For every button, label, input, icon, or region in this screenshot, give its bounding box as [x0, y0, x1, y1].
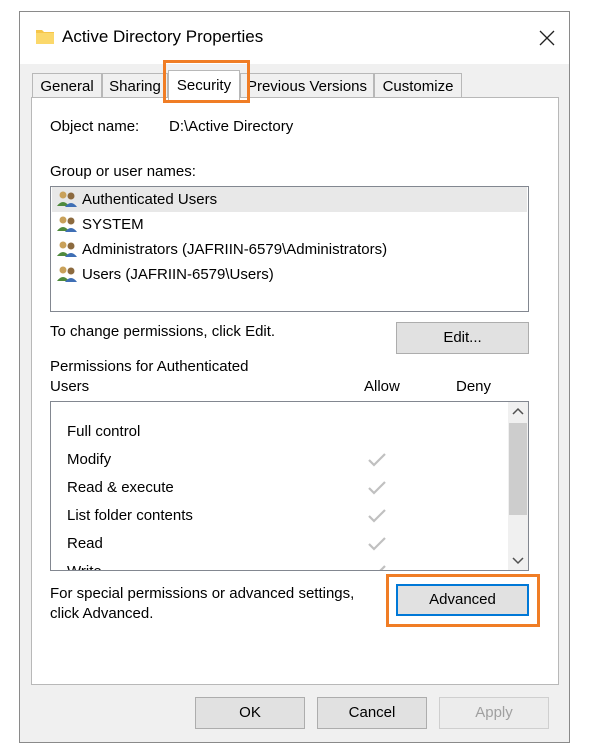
- permission-name: Read & execute: [67, 479, 174, 496]
- permission-row: Full control: [51, 418, 501, 446]
- users-icon: [57, 191, 77, 207]
- tab-general[interactable]: General: [32, 73, 102, 99]
- permission-name: Modify: [67, 451, 112, 468]
- permission-row: Read & execute: [51, 474, 501, 502]
- advanced-hint-line2: click Advanced.: [50, 605, 154, 622]
- deny-header: Deny: [456, 378, 492, 395]
- list-item-label: Administrators (JAFRIIN-6579\Administrat…: [82, 241, 388, 258]
- chevron-down-icon: [512, 557, 524, 565]
- ok-button[interactable]: OK: [195, 697, 305, 729]
- scroll-up-button[interactable]: [508, 402, 528, 422]
- allow-check-icon: [368, 537, 386, 551]
- edit-button[interactable]: Edit...: [396, 322, 529, 354]
- title-bar: Active Directory Properties: [20, 12, 569, 64]
- allow-header: Allow: [364, 378, 400, 395]
- list-item-label: Users (JAFRIIN-6579\Users): [82, 266, 274, 283]
- close-icon: [539, 30, 555, 46]
- allow-check-icon: [368, 509, 386, 523]
- permission-name: List folder contents: [67, 507, 193, 524]
- permission-name: Full control: [67, 423, 141, 440]
- group-user-list[interactable]: Authenticated Users SYSTEM Administrator…: [50, 186, 529, 312]
- cancel-button[interactable]: Cancel: [317, 697, 427, 729]
- window-title: Active Directory Properties: [62, 27, 264, 46]
- permission-row: List folder contents: [51, 502, 501, 530]
- properties-dialog: Active Directory Properties General Shar…: [19, 11, 570, 743]
- group-names-label: Group or user names:: [50, 163, 196, 180]
- allow-check-icon: [368, 481, 386, 495]
- permissions-scrollbar[interactable]: [508, 402, 528, 570]
- users-icon: [57, 266, 77, 282]
- advanced-button[interactable]: Advanced: [396, 584, 529, 616]
- users-icon: [57, 241, 77, 257]
- list-item-label: Authenticated Users: [82, 191, 218, 208]
- scroll-thumb[interactable]: [509, 423, 527, 515]
- tab-previous-versions[interactable]: Previous Versions: [240, 73, 374, 99]
- object-name-label: Object name:: [50, 118, 140, 135]
- allow-check-icon: [368, 453, 386, 467]
- chevron-up-icon: [512, 407, 524, 415]
- list-item[interactable]: SYSTEM: [52, 212, 527, 237]
- permissions-list[interactable]: Full control Modify Read & execute List fol…: [50, 401, 529, 571]
- edit-hint: To change permissions, click Edit.: [50, 323, 276, 340]
- list-item[interactable]: Users (JAFRIIN-6579\Users): [52, 262, 527, 287]
- list-item[interactable]: Authenticated Users: [52, 187, 527, 212]
- permissions-title-line2: Users: [50, 378, 90, 395]
- advanced-hint-line1: For special permissions or advanced sett…: [50, 585, 355, 602]
- permission-row: Read: [51, 530, 501, 558]
- permission-name: Read: [67, 535, 103, 552]
- scroll-down-button[interactable]: [508, 550, 528, 570]
- tab-customize[interactable]: Customize: [374, 73, 462, 99]
- apply-button[interactable]: Apply: [439, 697, 549, 729]
- permission-name: Write: [67, 563, 102, 570]
- permissions-title-line1: Permissions for Authenticated: [50, 358, 249, 375]
- permission-row: Modify: [51, 446, 501, 474]
- list-item[interactable]: Administrators (JAFRIIN-6579\Administrat…: [52, 237, 527, 262]
- tab-security[interactable]: Security: [168, 70, 240, 102]
- close-button[interactable]: [529, 20, 565, 56]
- object-name-value: D:\Active Directory: [169, 118, 294, 135]
- list-item-label: SYSTEM: [82, 216, 144, 233]
- allow-check-icon: [379, 565, 386, 570]
- folder-icon: [36, 30, 54, 44]
- users-icon: [57, 216, 77, 232]
- permission-row: Write: [51, 558, 501, 570]
- tab-sharing[interactable]: Sharing: [102, 73, 168, 99]
